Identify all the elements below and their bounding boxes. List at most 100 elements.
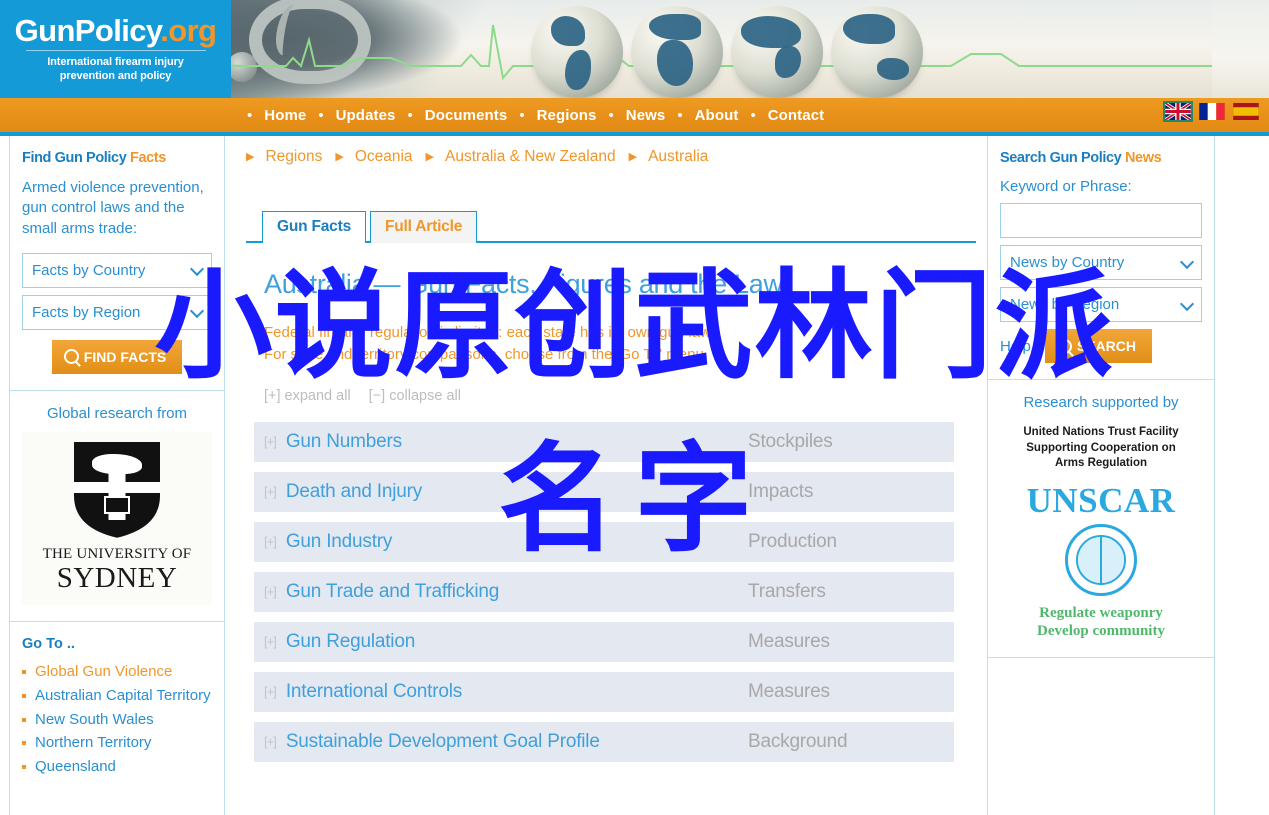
help-link[interactable]: Help xyxy=(1000,338,1031,355)
main-navigation: • Home • Updates • Documents • Regions •… xyxy=(0,98,1269,132)
flag-spain-icon[interactable] xyxy=(1233,103,1259,120)
go-to-link-australian-capital-territory[interactable]: Australian Capital Territory xyxy=(35,687,211,704)
intro-line-2: For state and territory comparisons, cho… xyxy=(264,345,708,363)
chevron-down-icon xyxy=(1179,254,1195,269)
keyword-label: Keyword or Phrase: xyxy=(1000,178,1132,195)
list-item: Global Gun Violence xyxy=(22,662,212,683)
nav-item-documents[interactable]: Documents xyxy=(425,107,508,124)
list-item: Queensland xyxy=(22,757,212,778)
breadcrumb: ▶ Regions ▶ Oceania ▶ Australia & New Ze… xyxy=(246,136,976,166)
collapse-all-link[interactable]: [−] collapse all xyxy=(369,388,461,404)
search-input[interactable] xyxy=(1000,203,1202,238)
breadcrumb-item-australia[interactable]: Australia xyxy=(648,148,708,166)
tab-full-article[interactable]: Full Article xyxy=(370,211,478,243)
breadcrumb-item-australia-new-zealand[interactable]: Australia & New Zealand xyxy=(445,148,616,166)
site-header: GunPolicy.org International firearm inju… xyxy=(0,0,1269,98)
news-by-region-select[interactable]: News by Region xyxy=(1000,287,1202,322)
facts-by-country-select[interactable]: Facts by Country xyxy=(22,252,212,288)
list-item: New South Wales xyxy=(22,710,212,731)
expand-toggle-icon[interactable]: [+] xyxy=(264,434,277,449)
search-button[interactable]: SEARCH xyxy=(1044,329,1152,363)
go-to-link-northern-territory[interactable]: Northern Territory xyxy=(35,734,151,751)
expand-all-link[interactable]: [+] expand all xyxy=(264,388,351,404)
flag-france-icon[interactable] xyxy=(1199,103,1225,120)
nav-bullet: • xyxy=(247,106,253,124)
go-to-link-queensland[interactable]: Queensland xyxy=(35,758,116,775)
expand-toggle-icon[interactable]: [+] xyxy=(264,634,277,649)
united-nations-emblem-icon xyxy=(1065,523,1137,596)
go-to-title: Go To .. xyxy=(22,636,75,653)
fact-link-death-and-injury[interactable]: Death and Injury xyxy=(286,481,748,503)
expand-toggle-icon[interactable]: [+] xyxy=(264,684,277,699)
expand-toggle-icon[interactable]: [+] xyxy=(264,534,277,549)
nav-bullet: • xyxy=(750,106,756,124)
logo-wordmark-text: GunPolicy xyxy=(14,12,161,48)
table-row[interactable]: [+] International Controls Measures xyxy=(254,671,954,712)
list-item: Northern Territory xyxy=(22,733,212,754)
page-title: Australia — Gun Facts, Figures and the L… xyxy=(264,269,783,299)
supporter-heading: Research supported by xyxy=(1023,394,1179,411)
find-facts-title-main: Find Gun Policy xyxy=(22,150,130,166)
breadcrumb-item-oceania[interactable]: Oceania xyxy=(355,148,413,166)
go-to-link-new-south-wales[interactable]: New South Wales xyxy=(35,711,154,728)
table-row[interactable]: [+] Sustainable Development Goal Profile… xyxy=(254,721,954,762)
intro-line-1: Federal firearm regulation is limited: e… xyxy=(264,324,715,341)
expand-toggle-icon[interactable]: [+] xyxy=(264,484,277,499)
unscar-caption-line3: Arms Regulation xyxy=(1054,457,1147,470)
flag-uk-icon[interactable] xyxy=(1163,101,1193,122)
expand-toggle-icon[interactable]: [+] xyxy=(264,584,277,599)
unscar-caption-line2: Supporting Cooperation on xyxy=(1026,441,1176,454)
page-root: GunPolicy.org International firearm inju… xyxy=(0,0,1269,815)
intro-text: Federal firearm regulation is limited: e… xyxy=(264,322,976,366)
globe-icon-oceania xyxy=(831,6,923,98)
globe-icon-asia xyxy=(731,6,823,98)
fact-category: Measures xyxy=(748,680,830,702)
go-to-link-global-gun-violence[interactable]: Global Gun Violence xyxy=(35,663,172,680)
fact-link-gun-regulation[interactable]: Gun Regulation xyxy=(286,631,748,653)
nav-item-contact[interactable]: Contact xyxy=(768,107,825,124)
logo-tld: .org xyxy=(160,12,217,48)
fact-link-gun-industry[interactable]: Gun Industry xyxy=(286,531,748,553)
table-row[interactable]: [+] Death and Injury Impacts xyxy=(254,471,954,512)
breadcrumb-arrow-icon: ▶ xyxy=(628,150,638,163)
table-row[interactable]: [+] Gun Numbers Stockpiles xyxy=(254,421,954,462)
expand-collapse-controls: [+] expand all [−] collapse all xyxy=(264,388,976,404)
nav-item-news[interactable]: News xyxy=(626,107,666,124)
fact-category: Production xyxy=(748,530,837,552)
find-gun-policy-facts-panel: Find Gun Policy Facts Armed violence pre… xyxy=(10,136,224,391)
nav-item-updates[interactable]: Updates xyxy=(336,107,396,124)
fact-category: Impacts xyxy=(748,480,814,502)
fact-category-list: [+] Gun Numbers Stockpiles [+] Death and… xyxy=(254,421,954,762)
search-icon xyxy=(1056,338,1072,354)
table-row[interactable]: [+] Gun Trade and Trafficking Transfers xyxy=(254,571,954,612)
table-row[interactable]: [+] Gun Industry Production xyxy=(254,521,954,562)
tab-gun-facts[interactable]: Gun Facts xyxy=(262,211,366,243)
site-logo[interactable]: GunPolicy.org International firearm inju… xyxy=(0,0,231,98)
fact-link-gun-trade-and-trafficking[interactable]: Gun Trade and Trafficking xyxy=(286,581,748,603)
table-row[interactable]: [+] Gun Regulation Measures xyxy=(254,621,954,662)
unscar-tagline: Regulate weaponry Develop community xyxy=(1037,604,1165,642)
news-by-country-select[interactable]: News by Country xyxy=(1000,245,1202,280)
logo-tagline: International firearm injury prevention … xyxy=(47,56,184,84)
find-facts-button[interactable]: FIND FACTS xyxy=(51,339,183,374)
breadcrumb-item-regions[interactable]: Regions xyxy=(265,148,322,166)
right-sidebar-spacer xyxy=(988,658,1214,688)
find-facts-button-label: FIND FACTS xyxy=(83,348,167,365)
fact-link-sustainable-development-goal-profile[interactable]: Sustainable Development Goal Profile xyxy=(286,731,748,753)
find-facts-title: Find Gun Policy Facts xyxy=(22,150,212,166)
chevron-down-icon xyxy=(189,262,205,277)
facts-by-country-value: Facts by Country xyxy=(32,261,146,279)
fact-category: Measures xyxy=(748,630,830,652)
nav-bullet: • xyxy=(318,106,324,124)
nav-item-about[interactable]: About xyxy=(695,107,739,124)
fact-link-international-controls[interactable]: International Controls xyxy=(286,681,748,703)
fact-link-gun-numbers[interactable]: Gun Numbers xyxy=(286,431,748,453)
chevron-down-icon xyxy=(189,304,205,319)
crest-book-shape xyxy=(104,496,130,514)
nav-item-home[interactable]: Home xyxy=(264,107,306,124)
facts-by-region-select[interactable]: Facts by Region xyxy=(22,294,212,330)
nav-item-regions[interactable]: Regions xyxy=(537,107,597,124)
unscar-caption: United Nations Trust Facility Supporting… xyxy=(1023,425,1178,472)
expand-toggle-icon[interactable]: [+] xyxy=(264,734,277,749)
unscar-logo: United Nations Trust Facility Supporting… xyxy=(1000,421,1202,641)
